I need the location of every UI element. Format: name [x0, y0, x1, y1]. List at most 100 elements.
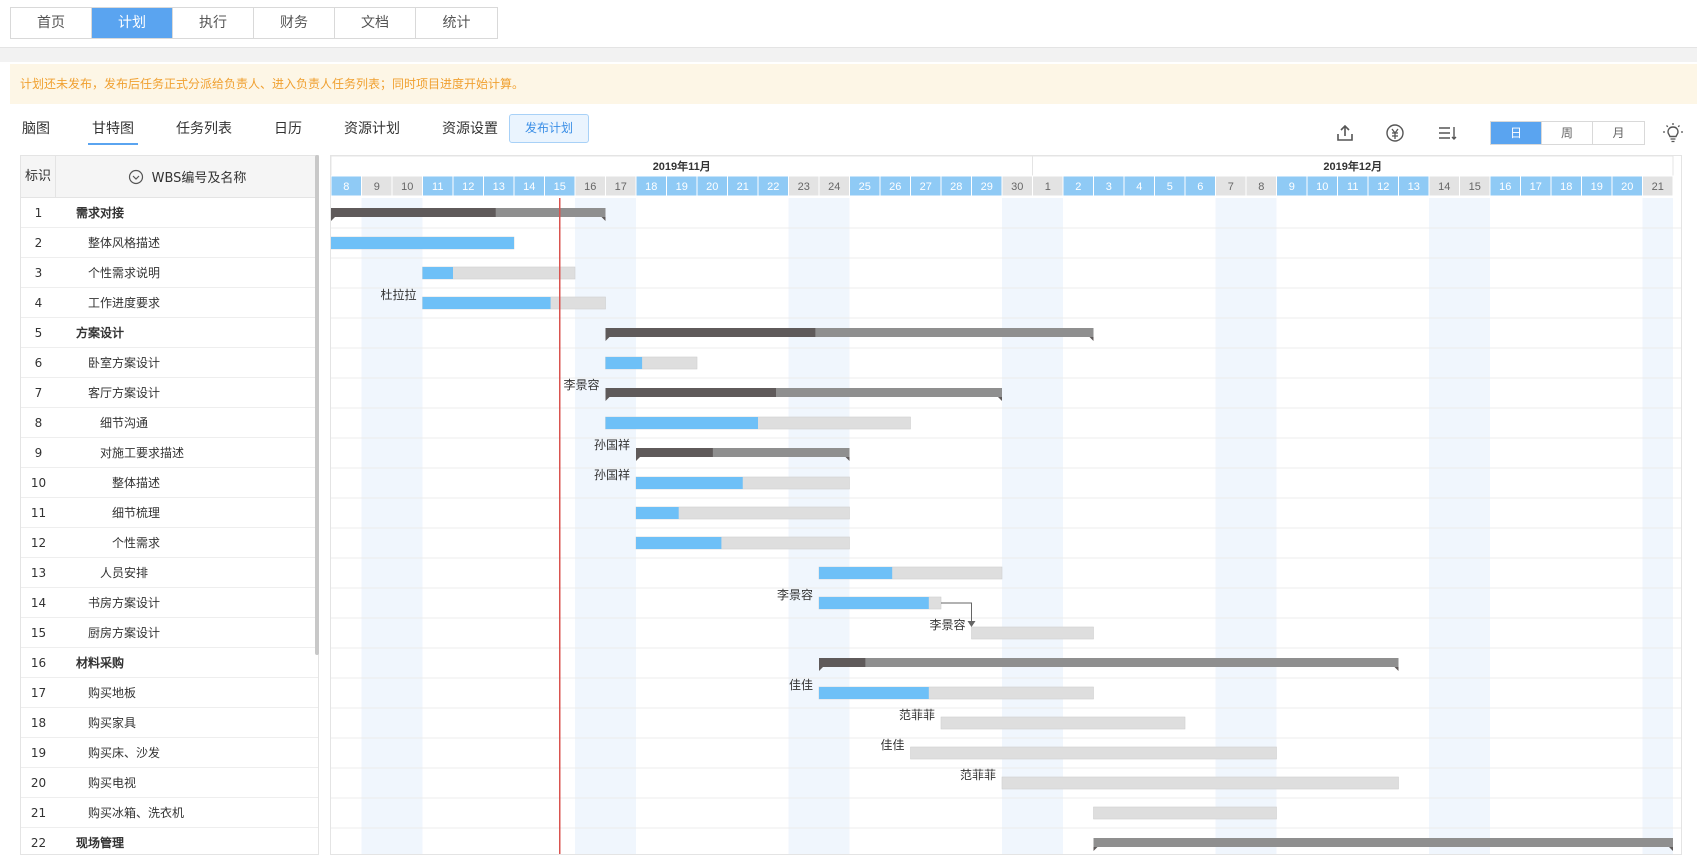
row-task-name: 对施工要求描述: [100, 446, 185, 460]
table-row[interactable]: 8 细节沟通: [21, 408, 318, 438]
table-row[interactable]: 5 方案设计: [21, 318, 318, 348]
top-tab-bar: 首页 计划 执行 财务 文档 统计: [10, 7, 498, 39]
row-task-name: 现场管理: [76, 836, 125, 850]
view-tab-2[interactable]: 任务列表: [172, 113, 236, 145]
row-id: 21: [30, 805, 47, 820]
time-scale-1[interactable]: 周: [1542, 122, 1593, 144]
day-label: 1: [1045, 181, 1051, 193]
day-label: 14: [523, 181, 535, 193]
table-row[interactable]: 19 购买床、沙发: [21, 738, 318, 768]
day-label: 25: [859, 181, 871, 193]
top-tab-0[interactable]: 首页: [11, 8, 92, 38]
day-label: 4: [1136, 181, 1142, 193]
upload-icon[interactable]: [1334, 122, 1356, 144]
row-task-name: 整体描述: [112, 476, 161, 490]
row-task-name: 细节沟通: [100, 416, 149, 430]
day-label: 19: [1591, 181, 1603, 193]
task-bar-progress: [331, 237, 514, 249]
top-tab-4[interactable]: 文档: [335, 8, 416, 38]
task-bar-progress: [422, 267, 453, 279]
table-scrollbar[interactable]: [315, 155, 319, 655]
time-scale-0[interactable]: 日: [1491, 122, 1542, 144]
weekend-column: [575, 198, 606, 854]
table-row[interactable]: 1 需求对接: [21, 198, 318, 228]
task-bar-progress: [636, 477, 743, 489]
top-tab-3[interactable]: 财务: [254, 8, 335, 38]
day-label: 8: [343, 181, 349, 193]
row-task-name: 材料采购: [76, 656, 125, 670]
table-row[interactable]: 20 购买电视: [21, 768, 318, 798]
weekend-column: [1459, 198, 1490, 854]
table-row[interactable]: 17 购买地板: [21, 678, 318, 708]
view-tab-bar: 脑图 甘特图 任务列表 日历 资源计划 资源设置: [18, 112, 536, 146]
summary-bar-progress: [636, 448, 713, 457]
task-bar-progress: [605, 357, 643, 369]
table-row[interactable]: 12 个性需求: [21, 528, 318, 558]
indent-icon[interactable]: [1436, 122, 1458, 144]
table-row[interactable]: 15 厨房方案设计: [21, 618, 318, 648]
table-row[interactable]: 14 书房方案设计: [21, 588, 318, 618]
day-label: 24: [828, 181, 840, 193]
table-row[interactable]: 21 购买冰箱、洗衣机: [21, 798, 318, 828]
time-scale-toggle: 日周月: [1490, 121, 1645, 145]
row-id: 16: [30, 655, 47, 670]
day-label: 15: [554, 181, 566, 193]
row-id: 5: [34, 325, 43, 340]
table-row[interactable]: 10 整体描述: [21, 468, 318, 498]
top-tab-1[interactable]: 计划: [92, 8, 173, 38]
view-tab-4[interactable]: 资源计划: [340, 113, 404, 145]
day-label: 6: [1197, 181, 1203, 193]
table-row[interactable]: 13 人员安排: [21, 558, 318, 588]
assignee-label: 佳佳: [880, 738, 904, 752]
row-task-name: 整体风格描述: [88, 236, 161, 250]
summary-bar-cap: [1089, 337, 1094, 341]
header-separator: [0, 48, 1697, 62]
weekend-column: [788, 198, 819, 854]
view-tab-3[interactable]: 日历: [270, 113, 306, 145]
summary-bar-cap: [331, 217, 335, 221]
table-row[interactable]: 2 整体风格描述: [21, 228, 318, 258]
row-task-name: 需求对接: [76, 206, 125, 220]
publish-plan-button[interactable]: 发布计划: [509, 114, 589, 143]
lightbulb-icon[interactable]: [1662, 122, 1684, 144]
day-label: 19: [676, 181, 688, 193]
day-label: 7: [1228, 181, 1234, 193]
day-label: 16: [584, 181, 596, 193]
collapse-all-icon[interactable]: [128, 169, 144, 185]
summary-bar-cap: [1394, 667, 1399, 671]
currency-icon[interactable]: [1384, 122, 1406, 144]
view-tab-5[interactable]: 资源设置: [438, 113, 502, 145]
top-tab-2[interactable]: 执行: [173, 8, 254, 38]
row-id: 12: [30, 535, 47, 550]
day-label: 17: [1530, 181, 1542, 193]
task-bar: [940, 716, 1186, 730]
table-row[interactable]: 4 工作进度要求: [21, 288, 318, 318]
summary-bar-progress: [819, 658, 866, 667]
task-bar: [1001, 776, 1399, 790]
table-row[interactable]: 22 现场管理: [21, 828, 318, 854]
weekend-column: [1642, 198, 1673, 854]
top-nav: 首页 计划 执行 财务 文档 统计: [0, 0, 1697, 48]
row-id: 8: [34, 415, 43, 430]
table-row[interactable]: 7 客厅方案设计: [21, 378, 318, 408]
month-label: 2019年11月: [653, 159, 711, 173]
task-bar: [910, 746, 1277, 760]
day-label: 28: [950, 181, 962, 193]
row-id: 10: [30, 475, 47, 490]
table-row[interactable]: 3 个性需求说明: [21, 258, 318, 288]
table-row[interactable]: 18 购买家具: [21, 708, 318, 738]
row-id: 3: [34, 265, 43, 280]
view-tab-1[interactable]: 甘特图: [88, 113, 138, 145]
table-row[interactable]: 6 卧室方案设计: [21, 348, 318, 378]
day-label: 11: [1347, 181, 1358, 193]
table-row[interactable]: 9 对施工要求描述: [21, 438, 318, 468]
top-tab-5[interactable]: 统计: [416, 8, 497, 38]
day-label: 12: [462, 181, 474, 193]
view-tab-0[interactable]: 脑图: [18, 113, 54, 145]
row-task-name: 购买冰箱、洗衣机: [88, 806, 185, 820]
row-id: 22: [30, 835, 47, 850]
time-scale-2[interactable]: 月: [1593, 122, 1644, 144]
table-row[interactable]: 16 材料采购: [21, 648, 318, 678]
table-row[interactable]: 11 细节梳理: [21, 498, 318, 528]
task-bar-progress: [819, 687, 929, 699]
